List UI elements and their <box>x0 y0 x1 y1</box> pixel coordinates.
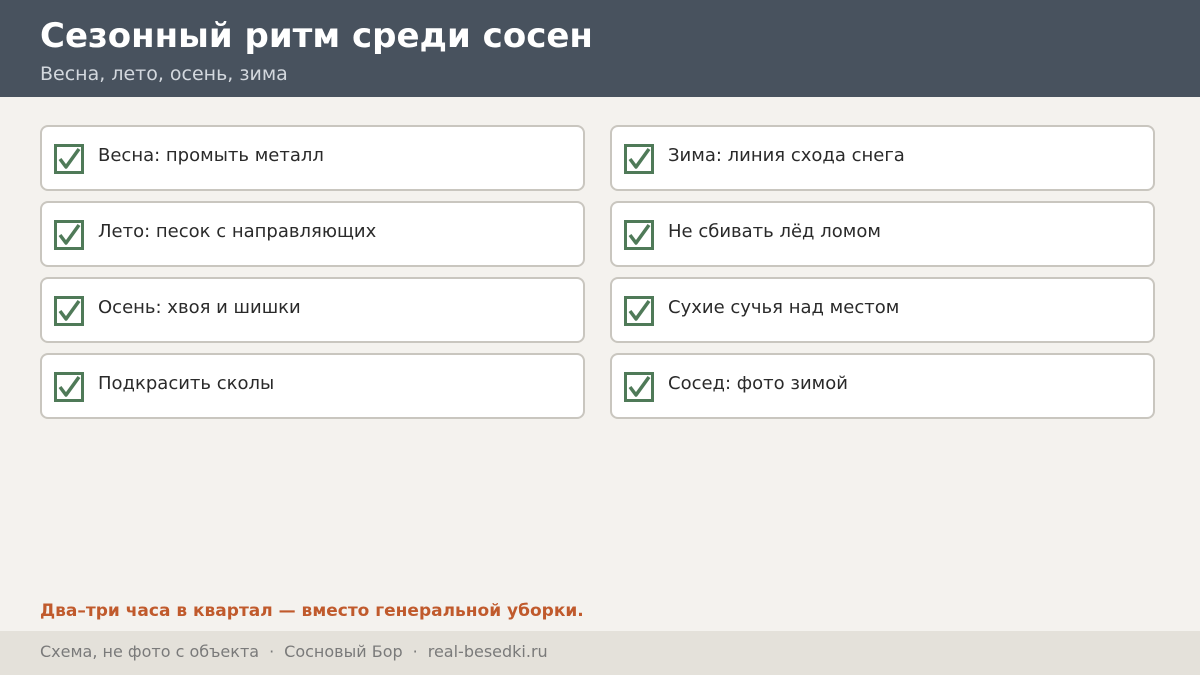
checklist-right: Зима: линия схода снега Не сбивать лёд л… <box>610 125 1155 429</box>
checkbox-checked-icon[interactable] <box>54 144 84 174</box>
checkbox-checked-icon[interactable] <box>624 372 654 402</box>
footer-site: real-besedki.ru <box>427 642 548 661</box>
checkbox-checked-icon[interactable] <box>624 296 654 326</box>
footer-caption: Схема, не фото с объекта <box>40 642 260 661</box>
checklist-item-label: Не сбивать лёд ломом <box>668 221 881 242</box>
checklist-item[interactable]: Подкрасить сколы <box>40 353 585 419</box>
checklist-item-label: Сосед: фото зимой <box>668 373 848 394</box>
summary-note: Два–три часа в квартал — вместо генераль… <box>40 601 584 621</box>
checklist-item-label: Осень: хвоя и шишки <box>98 297 301 318</box>
footer-bar: Схема, не фото с объекта · Сосновый Бор · re… <box>0 631 1200 675</box>
checklist-item[interactable]: Зима: линия схода снега <box>610 125 1155 191</box>
checkbox-checked-icon[interactable] <box>624 220 654 250</box>
checklist-item-label: Весна: промыть металл <box>98 145 324 166</box>
checklist-item-label: Зима: линия схода снега <box>668 145 905 166</box>
checklist-item[interactable]: Лето: песок с направляющих <box>40 201 585 267</box>
checklist-item[interactable]: Сухие сучья над местом <box>610 277 1155 343</box>
checklist-left: Весна: промыть металл Лето: песок с напр… <box>40 125 585 429</box>
checklist-item-label: Лето: песок с направляющих <box>98 221 377 242</box>
footer-separator: · <box>269 642 275 661</box>
page-title: Сезонный ритм среди сосен <box>40 16 593 56</box>
footer-text: Схема, не фото с объекта · Сосновый Бор · re… <box>40 640 548 664</box>
checklist-item[interactable]: Не сбивать лёд ломом <box>610 201 1155 267</box>
checkbox-checked-icon[interactable] <box>54 372 84 402</box>
header-bar: Сезонный ритм среди сосен Весна, лето, о… <box>0 0 1200 97</box>
footer-separator: · <box>412 642 418 661</box>
checkbox-checked-icon[interactable] <box>54 296 84 326</box>
checkbox-checked-icon[interactable] <box>624 144 654 174</box>
checklist-item-label: Сухие сучья над местом <box>668 297 900 318</box>
checklist-item[interactable]: Сосед: фото зимой <box>610 353 1155 419</box>
checklist-item-label: Подкрасить сколы <box>98 373 275 394</box>
footer-location: Сосновый Бор <box>284 642 403 661</box>
page-subtitle: Весна, лето, осень, зима <box>40 63 288 85</box>
checklist-item[interactable]: Весна: промыть металл <box>40 125 585 191</box>
checkbox-checked-icon[interactable] <box>54 220 84 250</box>
checklist-item[interactable]: Осень: хвоя и шишки <box>40 277 585 343</box>
